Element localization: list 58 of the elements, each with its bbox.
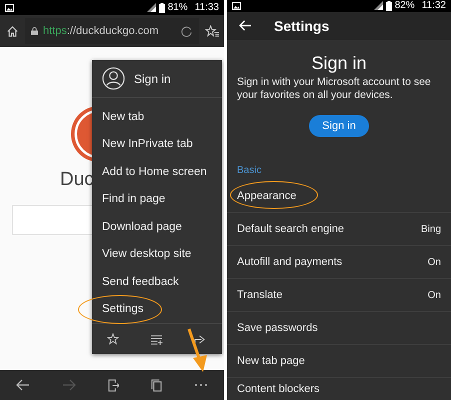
settings-row[interactable]: Translate On xyxy=(227,279,451,312)
menu-item[interactable]: Add to Home screen xyxy=(92,166,217,178)
sign-in-description: Sign in with your Microsoft account to see your favorites on all your devices. xyxy=(237,76,432,102)
sign-in-item[interactable]: Sign in xyxy=(92,60,222,98)
screen-title: Settings xyxy=(274,18,330,34)
signal-icon xyxy=(374,1,383,10)
sign-in-heading: Sign in xyxy=(311,52,367,74)
setting-label: Save passwords xyxy=(237,322,318,334)
settings-row[interactable]: New tab page xyxy=(227,345,451,378)
tabs-icon xyxy=(151,378,162,392)
menu-item[interactable]: Settings xyxy=(92,303,154,316)
battery-icon xyxy=(386,0,392,11)
address-field[interactable]: https://duckduckgo.com xyxy=(25,18,199,44)
favorites-icon[interactable] xyxy=(205,24,220,38)
settings-row[interactable]: Content blockers xyxy=(227,378,451,400)
image-icon xyxy=(232,2,241,10)
back-arrow-icon xyxy=(16,379,30,391)
share-icon[interactable] xyxy=(194,334,207,344)
more-icon xyxy=(194,383,208,387)
battery-percent: 81% xyxy=(168,2,188,13)
url-text: https://duckduckgo.com xyxy=(43,25,160,37)
setting-value: Bing xyxy=(420,224,441,234)
reading-list-icon[interactable] xyxy=(150,334,163,344)
battery-percent: 82% xyxy=(394,0,415,12)
settings-row[interactable]: Default search engine Bing xyxy=(227,213,451,246)
setting-label: New tab page xyxy=(237,355,305,367)
refresh-icon[interactable] xyxy=(180,24,193,38)
star-icon[interactable] xyxy=(107,333,120,345)
setting-label: Content blockers xyxy=(237,383,320,395)
clock-time: 11:33 xyxy=(194,2,219,13)
section-label: Basic xyxy=(237,165,262,176)
menu-item[interactable]: View desktop site xyxy=(92,248,202,260)
menu-item[interactable]: Download page xyxy=(92,220,192,233)
settings-row[interactable]: Appearance xyxy=(227,180,451,213)
menu-item[interactable]: Find in page xyxy=(92,193,176,206)
person-icon xyxy=(102,67,125,90)
battery-icon xyxy=(158,2,165,12)
lock-icon xyxy=(31,27,38,35)
image-icon xyxy=(5,4,14,12)
signal-icon xyxy=(146,3,156,12)
back-arrow-icon[interactable] xyxy=(239,20,252,32)
setting-label: Translate xyxy=(237,289,282,301)
forward-arrow-icon xyxy=(62,379,76,391)
logo-text: Duc xyxy=(60,169,94,191)
menu-item[interactable]: Send feedback xyxy=(92,276,189,288)
setting-label: Appearance xyxy=(237,190,296,202)
setting-label: Default search engine xyxy=(237,223,344,235)
setting-value: On xyxy=(428,290,441,300)
menu-item[interactable]: New tab xyxy=(92,110,154,123)
menu-item[interactable]: New InPrivate tab xyxy=(92,138,203,150)
home-icon[interactable] xyxy=(6,24,19,38)
setting-label: Autofill and payments xyxy=(237,256,342,268)
settings-row[interactable]: Autofill and payments On xyxy=(227,246,451,279)
setting-value: On xyxy=(428,256,441,268)
settings-row[interactable]: Save passwords xyxy=(227,312,451,345)
exit-icon xyxy=(108,378,119,392)
clock-time: 11:32 xyxy=(422,0,446,12)
sign-in-button[interactable]: Sign in xyxy=(309,115,369,137)
